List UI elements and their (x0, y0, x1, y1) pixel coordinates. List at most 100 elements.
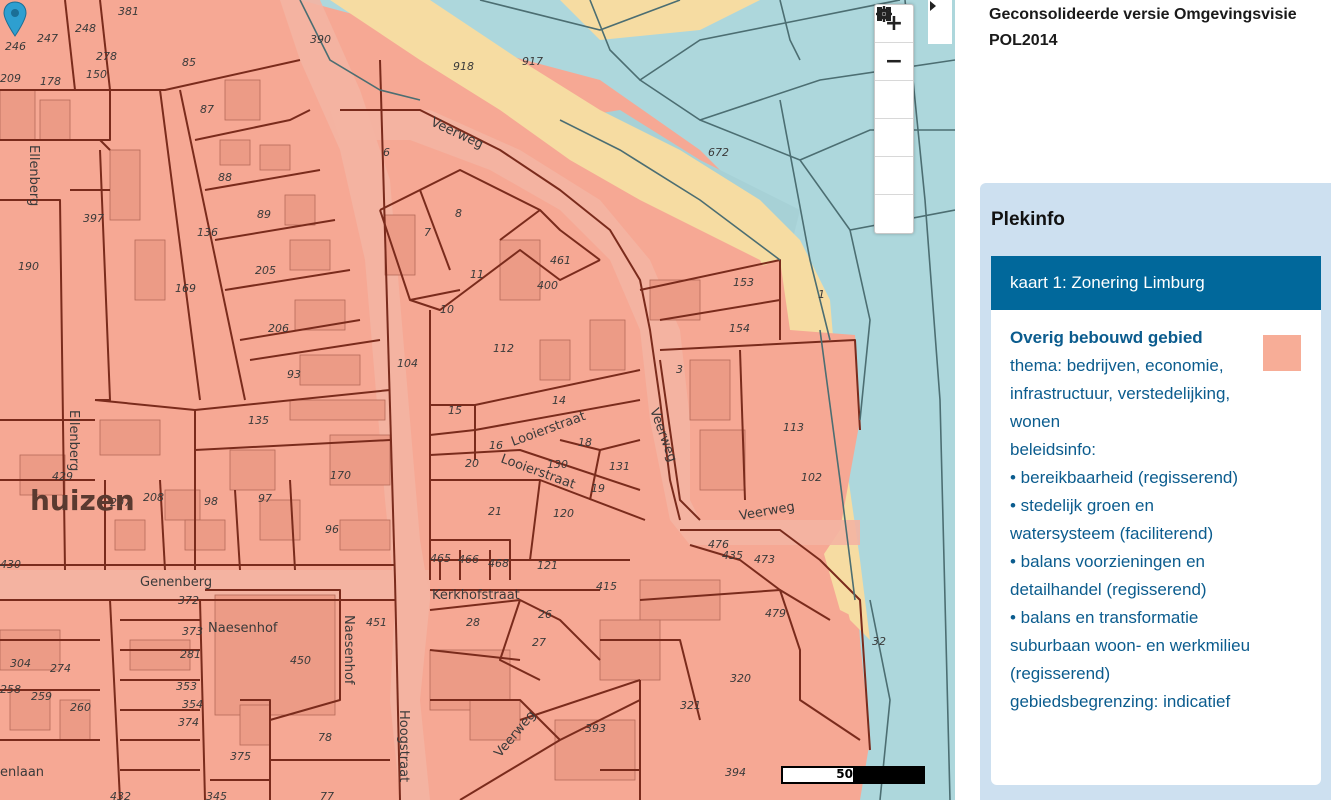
street-label: Naesenhof (341, 615, 356, 685)
parcel-number: 208 (143, 491, 164, 504)
parcel-number: 18 (578, 436, 592, 449)
settings-button[interactable] (875, 6, 913, 157)
parcel-number: 113 (783, 421, 804, 434)
parcel-number: 281 (180, 648, 201, 661)
parcel-number: 461 (550, 254, 571, 267)
parcel-number: 96 (325, 523, 339, 536)
parcel-number: 479 (765, 607, 786, 620)
parcel-number: 21 (488, 505, 502, 518)
layers-button[interactable] (875, 9, 913, 119)
parcel-number: 89 (257, 208, 271, 221)
info-line: beleidsinfo: (1010, 440, 1097, 459)
parcel-number: 120 (553, 507, 574, 520)
parcel-number: 78 (318, 731, 332, 744)
parcel-number: 274 (50, 662, 71, 675)
parcel-number: 246 (5, 40, 26, 53)
parcel-number: 150 (86, 68, 107, 81)
parcel-number: 87 (200, 103, 214, 116)
parcel-number: 206 (268, 322, 289, 335)
parcel-number: 466 (458, 553, 479, 566)
info-line: • stedelijk groen en watersysteem (facil… (1010, 496, 1214, 543)
parcel-number: 104 (397, 357, 418, 370)
map-canvas[interactable]: 381 246 247 248 390 85 209 178 150 918 917 87 278 6 67… (0, 0, 955, 800)
scale-label: 50 m (836, 767, 870, 781)
parcel-number: 131 (609, 460, 630, 473)
parcel-number: 88 (218, 171, 232, 184)
parcel-number: 19 (591, 482, 605, 495)
parcel-number: 1 (818, 288, 825, 301)
parcel-number: 135 (248, 414, 269, 427)
parcel-number: 393 (585, 722, 606, 735)
parcel-number: 26 (538, 608, 552, 621)
parcel-number: 260 (70, 701, 91, 714)
parcel-number: 190 (18, 260, 39, 273)
zone-name[interactable]: Overig bebouwd gebied (1010, 324, 1255, 352)
parcel-number: 435 (722, 549, 743, 562)
parcel-number: 354 (182, 698, 203, 711)
parcel-number: 8 (455, 207, 462, 220)
zone-info: Overig bebouwd gebied thema: bedrijven, … (1010, 324, 1255, 716)
info-line: thema: bedrijven, economie, infrastructu… (1010, 356, 1231, 431)
collapse-panel-button[interactable] (928, 0, 952, 44)
fullscreen-button[interactable] (875, 7, 913, 195)
parcel-number: 304 (10, 657, 31, 670)
parcel-number: 320 (730, 672, 751, 685)
info-line: • bereikbaarheid (regisserend) (1010, 468, 1239, 487)
parcel-number: 121 (537, 559, 558, 572)
locate-button[interactable] (875, 6, 913, 233)
parcel-number: 917 (522, 55, 543, 68)
place-label: huizen (30, 484, 135, 517)
parcel-number: 178 (40, 75, 61, 88)
plekinfo-panel: Plekinfo kaart 1: Zonering Limburg Overi… (980, 183, 1331, 800)
parcel-number: 468 (488, 557, 509, 570)
parcel-number: 3 (676, 363, 683, 376)
parcel-number: 136 (197, 226, 218, 239)
side-panel: Geconsolideerde versie Omgevingsvisie PO… (955, 0, 1331, 800)
street-label: enlaan (0, 765, 44, 780)
parcel-number: 321 (680, 699, 701, 712)
parcel-number: 381 (118, 5, 139, 18)
zoom-out-button[interactable]: − (875, 43, 913, 81)
map-toolbar: + − (874, 4, 914, 234)
app-title: Geconsolideerde versie Omgevingsvisie PO… (989, 6, 1297, 49)
parcel-number: 397 (83, 212, 104, 225)
parcel-number: 6 (383, 146, 390, 159)
info-line: • balans en transformatie suburbaan woon… (1010, 608, 1251, 683)
parcel-number: 16 (489, 439, 503, 452)
parcel-number: 390 (310, 33, 331, 46)
parcel-number: 465 (430, 552, 451, 565)
street-label: Naesenhof (208, 621, 278, 636)
parcel-number: 112 (493, 342, 514, 355)
parcel-number: 450 (290, 654, 311, 667)
parcel-number: 247 (37, 32, 58, 45)
parcel-number: 429 (52, 470, 73, 483)
caret-right-icon (930, 1, 936, 11)
card-header-label: kaart 1: Zonering Limburg (1010, 273, 1205, 292)
location-pin-icon[interactable] (0, 0, 30, 38)
parcel-number: 374 (178, 716, 199, 729)
parcel-number: 259 (31, 690, 52, 703)
street-label: Ellenberg (26, 145, 41, 206)
parcel-number: 400 (537, 279, 558, 292)
parcel-number: 14 (552, 394, 566, 407)
card-header[interactable]: kaart 1: Zonering Limburg (991, 256, 1321, 310)
parcel-number: 32 (872, 635, 886, 648)
card-body: Overig bebouwd gebied thema: bedrijven, … (991, 310, 1321, 785)
parcel-number: 345 (206, 790, 227, 800)
parcel-number: 153 (733, 276, 754, 289)
parcel-number: 10 (440, 303, 454, 316)
panel-title: Plekinfo (991, 209, 1065, 230)
parcel-number: 170 (330, 469, 351, 482)
parcel-number: 918 (453, 60, 474, 73)
parcel-number: 205 (255, 264, 276, 277)
parcel-number: 353 (176, 680, 197, 693)
parcel-number: 415 (596, 580, 617, 593)
parcel-number: 248 (75, 22, 96, 35)
parcel-number: 372 (178, 594, 199, 607)
street-label: Hoogstraat (396, 710, 411, 782)
parcel-number: 394 (725, 766, 746, 779)
parcel-number: 93 (287, 368, 301, 381)
parcel-number: 432 (110, 790, 131, 800)
parcel-number: 98 (204, 495, 218, 508)
parcel-number: 209 (0, 72, 21, 85)
